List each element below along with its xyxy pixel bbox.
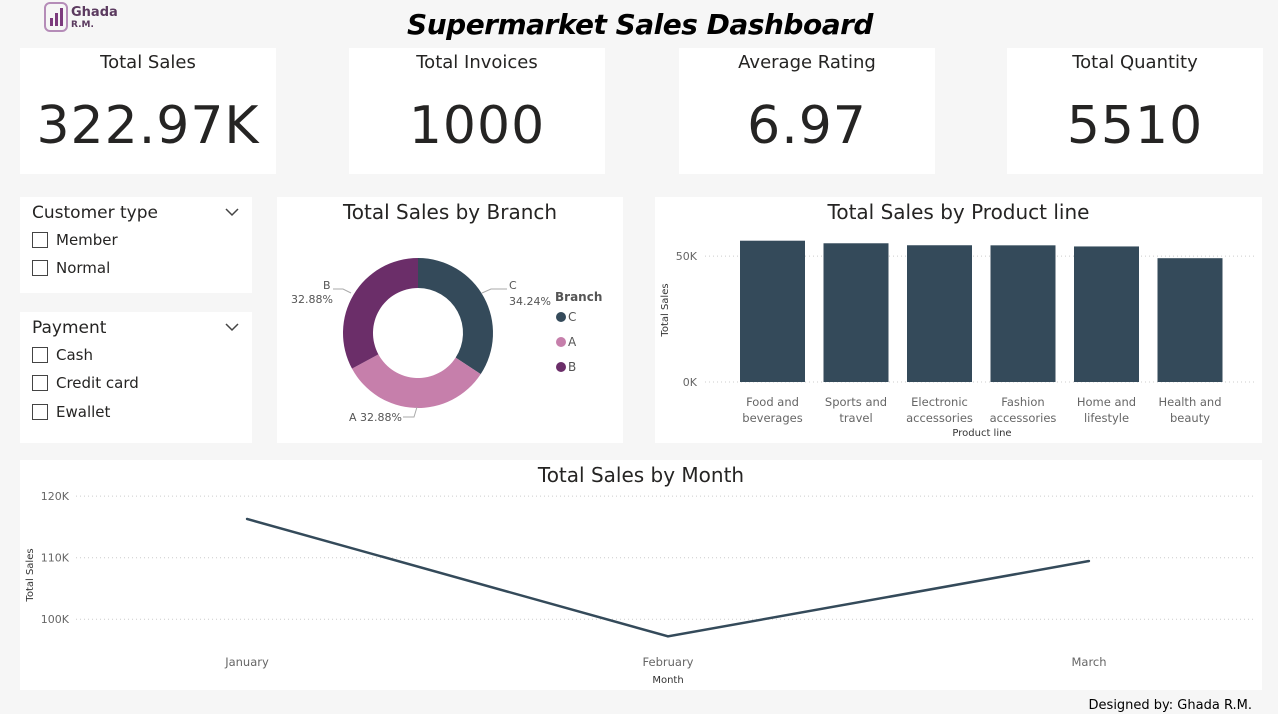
legend-marker-a: [556, 337, 566, 347]
kpi-label: Total Quantity: [1072, 52, 1198, 73]
kpi-card-average-rating[interactable]: Average Rating 6.97: [679, 48, 935, 174]
leader-line: [403, 406, 418, 418]
kpi-card-total-quantity[interactable]: Total Quantity 5510: [1007, 48, 1263, 174]
designer-credit: Designed by: Ghada R.M.: [1088, 698, 1252, 713]
logo-name: Ghada: [71, 5, 118, 20]
slice-pct-c: 34.24%: [509, 295, 551, 308]
option-label: Member: [56, 231, 118, 249]
slicer-title: Customer type: [32, 203, 158, 223]
customer-type-slicer: Customer type Member Normal: [20, 197, 252, 293]
y-tick-label: 110K: [41, 552, 70, 565]
kpi-card-total-invoices[interactable]: Total Invoices 1000: [349, 48, 605, 174]
branch-donut-card: Total Sales by Branch C 34.24% A 32.88% B 32…: [277, 197, 623, 443]
x-tick-label: lifestyle: [1084, 411, 1129, 425]
x-tick-label: Fashion: [1001, 395, 1044, 409]
leader-line: [481, 288, 507, 294]
donut-slice-c[interactable]: [418, 258, 493, 375]
legend-label-c: C: [568, 310, 576, 324]
checkbox[interactable]: [32, 347, 48, 363]
month-line-chart[interactable]: 100K110K120KJanuary February MarchMonthTot…: [20, 460, 1262, 690]
leader-line: [333, 288, 352, 294]
legend-title: Branch: [555, 290, 602, 304]
y-tick-label: 120K: [41, 490, 70, 503]
line-point-0: [245, 517, 249, 521]
x-tick-label: Sports and: [825, 395, 887, 409]
line-point-2: [1087, 559, 1091, 563]
brand-logo: Ghada R.M.: [44, 2, 118, 34]
slicer-option-member[interactable]: Member: [32, 229, 118, 251]
slicer-option-credit-card[interactable]: Credit card: [32, 372, 139, 394]
logo-subtitle: R.M.: [71, 20, 94, 30]
option-label: Credit card: [56, 374, 139, 392]
payment-slicer: Payment Cash Credit card Ewallet: [20, 312, 252, 443]
bar-1[interactable]: [823, 243, 889, 382]
kpi-value: 5510: [1066, 96, 1204, 156]
y-tick-label: 50K: [676, 250, 698, 263]
chevron-down-icon[interactable]: [224, 205, 240, 219]
y-axis-label: Total Sales: [25, 548, 36, 602]
x-tick-label: accessories: [906, 411, 973, 425]
kpi-card-total-sales[interactable]: Total Sales 322.97K: [20, 48, 276, 174]
slicer-title: Payment: [32, 318, 107, 338]
x-tick-label: Health and: [1158, 395, 1221, 409]
option-label: Ewallet: [56, 403, 111, 421]
month-line-card: Total Sales by Month 100K 110K 120K January…: [20, 460, 1262, 690]
product-line-bar-card: Total Sales by Product line 0K 50K Food an…: [655, 197, 1262, 443]
kpi-value: 1000: [408, 96, 546, 156]
x-tick-label: January: [224, 655, 269, 669]
x-tick-label: travel: [839, 411, 872, 425]
x-tick-label: beauty: [1170, 411, 1210, 425]
kpi-label: Total Sales: [100, 52, 196, 73]
slice-label-c: C: [509, 279, 517, 292]
option-label: Normal: [56, 259, 111, 277]
donut-slice-a[interactable]: [352, 354, 481, 408]
legend-label-a: A: [568, 335, 577, 349]
slicer-option-ewallet[interactable]: Ewallet: [32, 401, 110, 423]
slice-pct-b: 32.88%: [291, 293, 333, 306]
x-tick-label: Food and: [746, 395, 799, 409]
slice-label-a: A 32.88%: [349, 411, 402, 424]
checkbox[interactable]: [32, 375, 48, 391]
x-tick-label: Home and: [1077, 395, 1136, 409]
line-point-1: [666, 635, 670, 638]
bar-3[interactable]: [990, 245, 1056, 382]
kpi-value: 322.97K: [36, 96, 260, 156]
bar-2[interactable]: [907, 245, 972, 382]
dashboard-root: Ghada R.M. Supermarket Sales Dashboard T…: [0, 0, 1278, 714]
y-axis-label: Total Sales: [660, 283, 671, 337]
product-line-bar-chart[interactable]: 0K 50K Food and beverages Sports and travel El…: [655, 197, 1262, 443]
chevron-down-icon[interactable]: [224, 320, 240, 334]
y-tick-label: 100K: [41, 613, 70, 626]
x-tick-label: accessories: [990, 411, 1057, 425]
bar-chart-logo-icon: [44, 2, 68, 32]
slicer-option-cash[interactable]: Cash: [32, 344, 93, 366]
kpi-label: Average Rating: [738, 52, 876, 73]
slice-label-b: B: [323, 279, 331, 292]
x-tick-label: March: [1071, 655, 1106, 669]
kpi-value: 6.97: [747, 96, 867, 156]
bar-4[interactable]: [1074, 246, 1139, 382]
checkbox[interactable]: [32, 232, 48, 248]
bar-0[interactable]: [740, 240, 805, 382]
bar-5[interactable]: [1157, 258, 1223, 382]
legend-marker-b: [556, 362, 566, 372]
x-tick-label: Electronic: [911, 395, 968, 409]
checkbox[interactable]: [32, 404, 48, 420]
option-label: Cash: [56, 346, 93, 364]
dashboard-title: Supermarket Sales Dashboard: [407, 8, 873, 41]
y-tick-label: 0K: [683, 376, 698, 389]
x-axis-label: Month: [652, 675, 683, 686]
kpi-label: Total Invoices: [416, 52, 538, 73]
x-tick-label: February: [643, 655, 694, 669]
x-axis-label: Product line: [952, 428, 1011, 439]
legend-label-b: B: [568, 360, 576, 374]
branch-donut-chart[interactable]: C34.24%A 32.88%B32.88% BranchCAB: [277, 197, 623, 443]
legend-marker-c: [556, 312, 566, 322]
checkbox[interactable]: [32, 260, 48, 276]
donut-slice-b[interactable]: [343, 258, 418, 369]
x-tick-label: beverages: [742, 411, 802, 425]
slicer-option-normal[interactable]: Normal: [32, 257, 110, 279]
